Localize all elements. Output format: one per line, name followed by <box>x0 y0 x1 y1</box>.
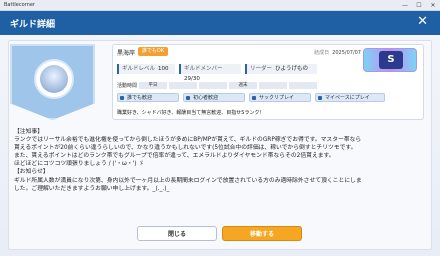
tag-own-pace: マイペースにプレイ <box>315 93 385 102</box>
description-line: 【注知事】 <box>14 129 43 135</box>
close-button[interactable]: 閉じる <box>137 226 217 241</box>
founded-date: 結成日 2025/07/07 <box>314 49 361 56</box>
tag-icon <box>252 96 256 100</box>
guild-name: 黒海岸 <box>117 50 136 57</box>
guild-rank: S <box>379 51 403 69</box>
guild-info-card: 黒海岸 誰でもOK 結成日 2025/07/07 S ギルドレベル 100 ギルドメ… <box>112 44 424 120</box>
tag-icon <box>318 96 322 100</box>
description-line: 貰えるポイントが20前くらい違うらしいので、かなり違うかもしれないです(5位試合… <box>14 145 357 152</box>
join-ok-badge: 誰でもOK <box>138 47 168 56</box>
minimize-icon[interactable]: — <box>398 2 412 9</box>
window-title: Battlecorner <box>4 2 35 8</box>
stat-guild-leader: リーダー ひようげもの <box>245 64 317 74</box>
maximize-icon[interactable]: ☐ <box>412 2 426 9</box>
description-line: ギルド所属人数が満員になり次第、身内以外で一ヶ月以上の長期間未ログインで放置され… <box>14 177 362 184</box>
stat-guild-members: ギルドメンバー29/30 <box>179 64 241 82</box>
activity-weekday: 平日 <box>139 82 167 89</box>
window-close-icon[interactable]: ✕ <box>426 2 440 9</box>
dialog-title: ギルド詳細 <box>10 20 56 30</box>
guild-tag-text: 職業好き、シャドバ好き、報酬目当て無言歓迎、目指せSランク！ <box>117 110 265 116</box>
tag-beginner-welcome: 初心者歓迎 <box>183 93 245 102</box>
activity-weekend: 週末 <box>229 82 257 89</box>
activity-time-label: 活動時間 <box>117 83 138 89</box>
guild-description: 【注知事】 ランクではリーサル余裕でも進化権を使ってから倒したほうが多めにBP/… <box>14 128 426 212</box>
tag-icon <box>120 96 124 100</box>
activity-weekday-slot-3 <box>199 82 227 89</box>
guild-rank-badge: S <box>363 48 417 72</box>
founded-label: 結成日 <box>314 50 330 56</box>
emblem-portrait <box>40 65 68 93</box>
dialog-close-icon[interactable]: ✕ <box>417 14 428 29</box>
founded-date-value: 2025/07/07 <box>332 50 361 56</box>
activity-weekend-slot-2 <box>259 82 287 89</box>
description-line: した。ご理解いただきますようお願い申し上げます。_(._.)_ <box>14 185 170 192</box>
description-line: ランクではリーサル余裕でも進化権を使ってから倒したほうが多めにBP/MPが貰えて… <box>14 137 362 144</box>
tag-all-welcome: 誰でも歓迎 <box>117 93 179 102</box>
window-controls: — ☐ ✕ <box>398 2 440 9</box>
activity-weekend-slot-3 <box>289 82 317 89</box>
description-line: ほどほどにコツコツ頑張りましょう / ('・ω・') ゞ <box>14 161 145 168</box>
description-line: また、貰えるポイントはどのランク帯でもグループで倍率が違って、エメラルドよりダイ… <box>14 153 335 160</box>
tag-quick-play: サックリプレイ <box>249 93 311 102</box>
stat-guild-level: ギルドレベル 100 <box>117 64 175 74</box>
activity-weekday-slot-2 <box>169 82 197 89</box>
tag-icon <box>186 96 190 100</box>
description-line: 【お知らせ】 <box>14 169 49 176</box>
move-button[interactable]: 移動する <box>222 226 302 241</box>
dialog-header: ギルド詳細 ✕ <box>0 11 440 35</box>
window-titlebar: Battlecorner — ☐ ✕ <box>0 0 440 11</box>
